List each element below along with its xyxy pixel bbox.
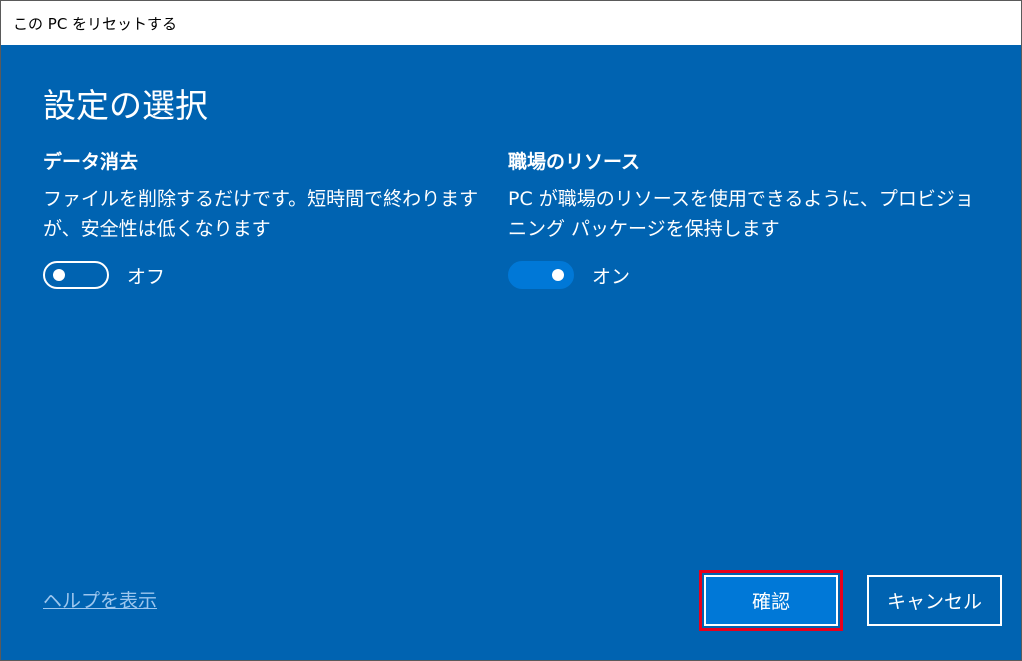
workplace-resources-toggle-row: オン — [508, 261, 630, 289]
toggle-knob — [53, 269, 65, 281]
data-erase-heading: データ消去 — [43, 151, 139, 173]
page-title: 設定の選択 — [43, 86, 208, 125]
data-erase-toggle[interactable] — [43, 261, 109, 289]
data-erase-toggle-label: オフ — [127, 265, 166, 288]
title-bar: この PC をリセットする — [1, 1, 1021, 45]
workplace-resources-toggle[interactable] — [508, 261, 574, 289]
toggle-knob — [552, 269, 564, 281]
cancel-button[interactable]: キャンセル — [867, 575, 1002, 626]
help-link[interactable]: ヘルプを表示 — [43, 586, 157, 613]
workplace-resources-heading: 職場のリソース — [508, 151, 641, 173]
data-erase-section: データ消去 ファイルを削除するだけです。短時間で終わりますが、安全性は低くなりま… — [43, 148, 483, 289]
data-erase-description: ファイルを削除するだけです。短時間で終わりますが、安全性は低くなります — [43, 188, 479, 240]
workplace-resources-description: PC が職場のリソースを使用できるように、プロビジョニング パッケージを保持しま… — [508, 188, 974, 240]
workplace-resources-section: 職場のリソース PC が職場のリソースを使用できるように、プロビジョニング パッ… — [508, 148, 978, 289]
confirm-button[interactable]: 確認 — [704, 575, 838, 626]
window-title: この PC をリセットする — [13, 15, 178, 33]
reset-pc-window: この PC をリセットする 設定の選択 データ消去 ファイルを削除するだけです。… — [0, 0, 1022, 661]
workplace-resources-toggle-label: オン — [592, 265, 631, 288]
data-erase-toggle-row: オフ — [43, 261, 165, 289]
